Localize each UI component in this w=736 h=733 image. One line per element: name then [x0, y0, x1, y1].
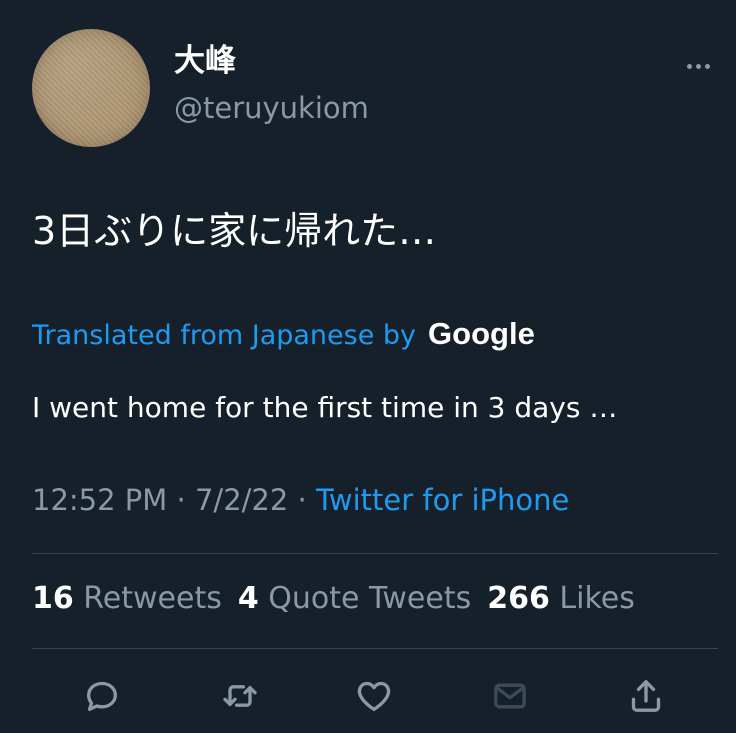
like-icon [357, 681, 391, 711]
tweet-stats: 16 Retweets 4 Quote Tweets 266 Likes [32, 584, 635, 614]
share-icon [631, 680, 661, 712]
reply-button[interactable] [74, 668, 130, 724]
likes-count: 266 [487, 581, 550, 616]
translated-text: I went home for the first time in 3 days… [32, 391, 618, 424]
quotes-count: 4 [237, 581, 259, 616]
google-logo: Google [428, 316, 535, 351]
retweets-label: Retweets [83, 581, 222, 616]
direct-message-button[interactable] [482, 668, 538, 724]
quotes-label: Quote Tweets [268, 581, 472, 616]
retweet-button[interactable] [212, 668, 268, 724]
share-button[interactable] [618, 668, 674, 724]
more-options-icon[interactable] [680, 56, 716, 76]
tweet-date: 7/2/22 [194, 483, 289, 517]
avatar[interactable] [32, 29, 150, 147]
tweet-text: 3日ぶりに家に帰れた… [32, 209, 437, 253]
divider [32, 553, 718, 554]
like-button[interactable] [346, 668, 402, 724]
user-handle[interactable]: @teruyukiom [174, 94, 369, 123]
tweet-time: 12:52 PM [32, 483, 168, 517]
tweet-source-link[interactable]: Twitter for iPhone [316, 483, 569, 517]
display-name[interactable]: 大峰 [174, 46, 236, 77]
reply-icon [87, 681, 118, 711]
retweets-stat[interactable]: 16 Retweets [32, 584, 222, 614]
likes-stat[interactable]: 266 Likes [487, 584, 635, 614]
quote-tweets-stat[interactable]: 4 Quote Tweets [238, 584, 471, 614]
translated-from-label[interactable]: Translated from Japanese by [32, 320, 416, 351]
message-icon [494, 683, 526, 709]
action-bar [0, 668, 736, 724]
tweet-meta: 12:52 PM · 7/2/22 · Twitter for iPhone [32, 486, 569, 515]
meta-separator: · [176, 483, 186, 517]
retweets-count: 16 [32, 581, 74, 616]
translation-attribution: Translated from Japanese by Google [32, 316, 535, 352]
divider [32, 648, 718, 649]
meta-separator: · [297, 483, 307, 517]
retweet-icon [223, 685, 257, 707]
likes-label: Likes [559, 581, 635, 616]
